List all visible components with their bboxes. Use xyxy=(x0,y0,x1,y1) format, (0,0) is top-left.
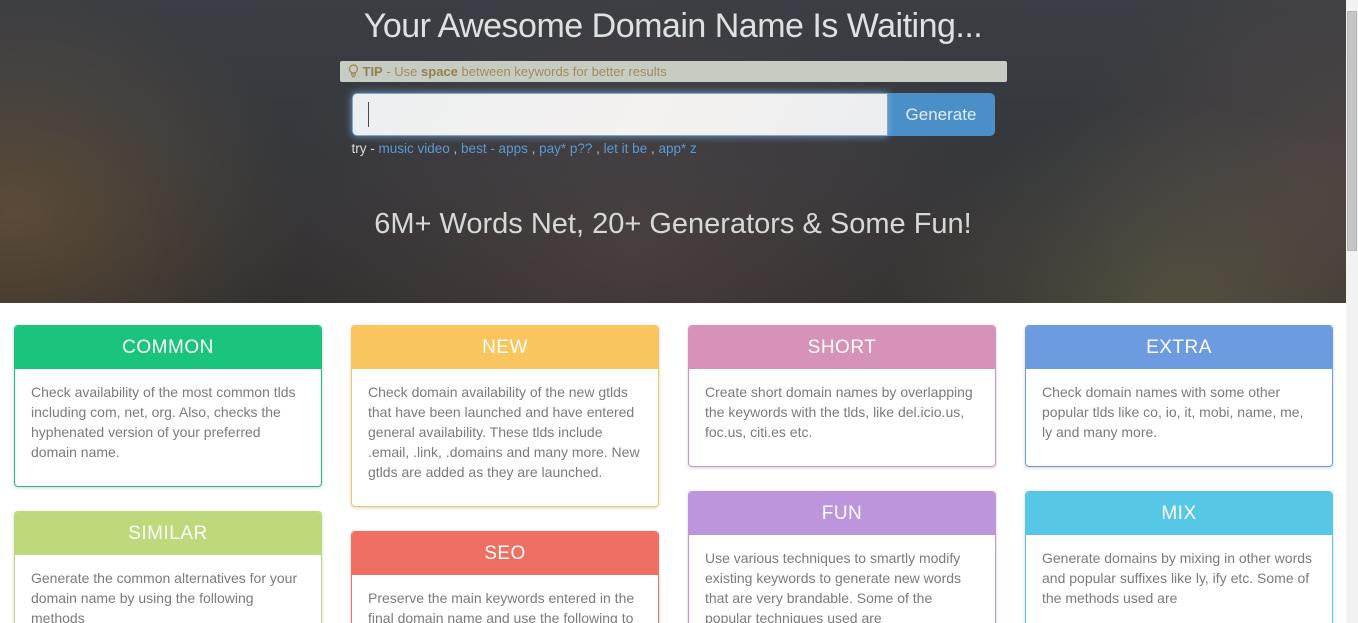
tip-label: TIP xyxy=(363,61,383,82)
try-link-4[interactable]: let it be xyxy=(604,141,648,156)
search-row: Generate xyxy=(352,93,995,136)
cards-column-3: SHORT Create short domain names by overl… xyxy=(688,325,996,623)
try-separator: , xyxy=(647,141,658,156)
try-prefix: try - xyxy=(352,141,379,156)
tip-text-post: between keywords for better results xyxy=(458,61,667,82)
try-separator: , xyxy=(592,141,603,156)
try-separator: , xyxy=(450,141,461,156)
card-common-description: Check availability of the most common tl… xyxy=(15,369,321,486)
try-link-2[interactable]: best - apps xyxy=(461,141,528,156)
lightbulb-icon xyxy=(348,64,359,79)
card-extra[interactable]: EXTRA Check domain names with some other… xyxy=(1025,325,1333,467)
cards-column-1: COMMON Check availability of the most co… xyxy=(14,325,322,623)
scrollbar-thumb[interactable] xyxy=(1347,11,1357,251)
card-seo[interactable]: SEO Preserve the main keywords entered i… xyxy=(351,531,659,623)
try-examples: try - music video , best - apps , pay* p… xyxy=(352,141,995,156)
card-similar[interactable]: SIMILAR Generate the common alternatives… xyxy=(14,511,322,623)
card-short-title: SHORT xyxy=(689,326,995,369)
card-new-title: NEW xyxy=(352,326,658,369)
page-scrollbar[interactable] xyxy=(1346,0,1358,623)
card-short[interactable]: SHORT Create short domain names by overl… xyxy=(688,325,996,467)
card-seo-title: SEO xyxy=(352,532,658,575)
text-caret xyxy=(368,102,369,127)
card-extra-title: EXTRA xyxy=(1026,326,1332,369)
card-short-description: Create short domain names by overlapping… xyxy=(689,369,995,466)
tip-highlight: space xyxy=(421,61,458,82)
card-common[interactable]: COMMON Check availability of the most co… xyxy=(14,325,322,487)
card-similar-description: Generate the common alternatives for you… xyxy=(15,555,321,623)
try-separator: , xyxy=(528,141,539,156)
card-new-description: Check domain availability of the new gtl… xyxy=(352,369,658,506)
card-new[interactable]: NEW Check domain availability of the new… xyxy=(351,325,659,507)
card-mix-title: MIX xyxy=(1026,492,1332,535)
generate-button[interactable]: Generate xyxy=(888,93,995,136)
page-title: Your Awesome Domain Name Is Waiting... xyxy=(0,7,1346,46)
tagline: 6M+ Words Net, 20+ Generators & Some Fun… xyxy=(0,208,1346,241)
tip-bar: TIP - Use space between keywords for bet… xyxy=(340,61,1007,82)
card-mix[interactable]: MIX Generate domains by mixing in other … xyxy=(1025,491,1333,623)
card-common-title: COMMON xyxy=(15,326,321,369)
card-fun-description: Use various techniques to smartly modify… xyxy=(689,535,995,623)
try-link-3[interactable]: pay* p?? xyxy=(539,141,592,156)
try-link-5[interactable]: app* z xyxy=(658,141,696,156)
hero-section: Your Awesome Domain Name Is Waiting... T… xyxy=(0,0,1346,303)
try-link-1[interactable]: music video xyxy=(379,141,450,156)
card-mix-description: Generate domains by mixing in other word… xyxy=(1026,535,1332,623)
generator-cards-grid: COMMON Check availability of the most co… xyxy=(0,303,1358,623)
card-seo-description: Preserve the main keywords entered in th… xyxy=(352,575,658,623)
card-extra-description: Check domain names with some other popul… xyxy=(1026,369,1332,466)
tip-text-pre: - Use xyxy=(383,61,421,82)
card-similar-title: SIMILAR xyxy=(15,512,321,555)
cards-column-2: NEW Check domain availability of the new… xyxy=(351,325,659,623)
card-fun-title: FUN xyxy=(689,492,995,535)
card-fun[interactable]: FUN Use various techniques to smartly mo… xyxy=(688,491,996,623)
keyword-search-input[interactable] xyxy=(352,93,888,136)
cards-column-4: EXTRA Check domain names with some other… xyxy=(1025,325,1333,623)
